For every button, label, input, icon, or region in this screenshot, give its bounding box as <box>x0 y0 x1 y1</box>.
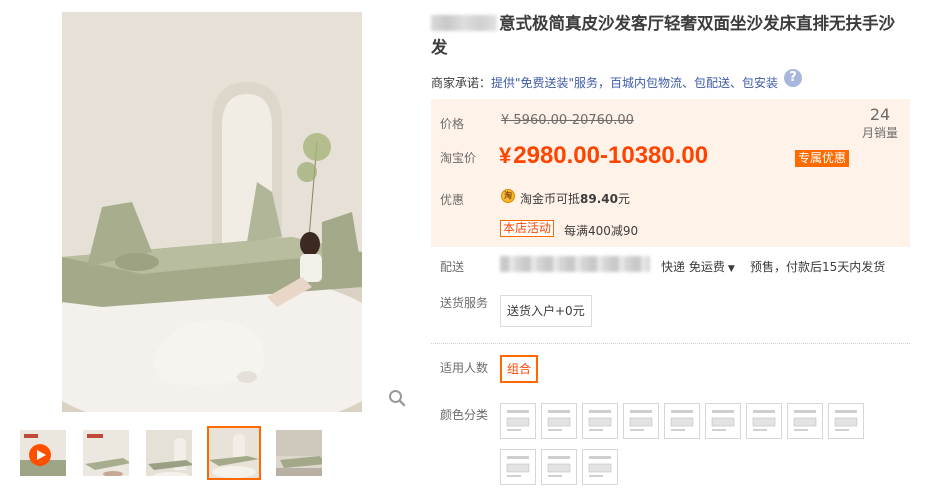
store-activity-text: 每满400减90 <box>564 224 639 238</box>
main-product-image[interactable] <box>62 12 362 412</box>
color-swatch[interactable] <box>746 403 782 439</box>
discount-label: 优惠 <box>440 193 465 207</box>
exclusive-discount-badge[interactable]: 专属优惠 <box>795 150 850 167</box>
divider <box>431 343 910 344</box>
zoom-icon[interactable] <box>388 389 406 407</box>
color-swatch[interactable] <box>787 403 823 439</box>
applicable-people-label: 适用人数 <box>440 361 489 375</box>
thumbnail-video[interactable] <box>18 428 68 478</box>
play-icon <box>29 444 51 466</box>
sale-price: ¥2980.00-10380.00 <box>499 142 709 169</box>
price-panel: 价格 ¥ 5960.00-20760.00 淘宝价 ¥2980.00-10380… <box>431 99 910 247</box>
taobao-coin-icon: 淘 <box>501 189 515 203</box>
color-swatch[interactable] <box>500 403 536 439</box>
thumbnail-image[interactable] <box>144 428 194 478</box>
color-swatch[interactable] <box>541 403 577 439</box>
taobao-price-label: 淘宝价 <box>440 151 477 165</box>
ship-from-blurred <box>500 256 650 272</box>
thumbnail-image[interactable] <box>81 428 131 478</box>
product-title: 意式极简真皮沙发客厅轻奢双面坐沙发床直排无扶手沙发 <box>431 14 895 57</box>
thumbnail-image[interactable] <box>274 428 324 478</box>
delivery-service-option[interactable]: 送货入户+0元 <box>500 295 592 327</box>
merchant-promise: 商家承诺：提供"免费送装"服务，百城内包物流、包配送、包安装 <box>431 76 779 90</box>
color-swatch[interactable] <box>664 403 700 439</box>
color-swatch[interactable] <box>705 403 741 439</box>
color-category-label: 颜色分类 <box>440 408 489 422</box>
original-price: ¥ 5960.00-20760.00 <box>501 113 634 128</box>
presale-note: 预售，付款后15天内发货 <box>750 260 886 274</box>
color-swatch[interactable] <box>623 403 659 439</box>
coin-discount-text: 淘金币可抵89.40元 <box>520 192 630 206</box>
store-activity-badge[interactable]: 本店活动 <box>500 220 555 237</box>
price-label: 价格 <box>440 117 465 131</box>
color-swatch[interactable] <box>582 449 618 485</box>
living-room-sofa-photo <box>62 12 362 412</box>
shipping-method-dropdown[interactable]: 快递 免运费 ▼ <box>661 258 735 275</box>
color-swatch[interactable] <box>500 449 536 485</box>
color-swatch[interactable] <box>582 403 618 439</box>
monthly-sales: 24 月销量 <box>861 105 898 140</box>
delivery-service-label: 送货服务 <box>440 296 489 310</box>
chevron-down-icon: ▼ <box>727 264 735 274</box>
help-icon[interactable]: ? <box>784 69 802 87</box>
shop-name-blurred <box>431 15 497 31</box>
thumbnail-strip <box>18 426 324 480</box>
color-swatch[interactable] <box>828 403 864 439</box>
delivery-label: 配送 <box>440 260 465 274</box>
color-swatch[interactable] <box>541 449 577 485</box>
thumbnail-image-selected[interactable] <box>207 426 261 480</box>
promise-link[interactable]: 提供"免费送装"服务，百城内包物流、包配送、包安装 <box>491 76 778 90</box>
option-combo-selected[interactable]: 组合 <box>500 355 539 383</box>
